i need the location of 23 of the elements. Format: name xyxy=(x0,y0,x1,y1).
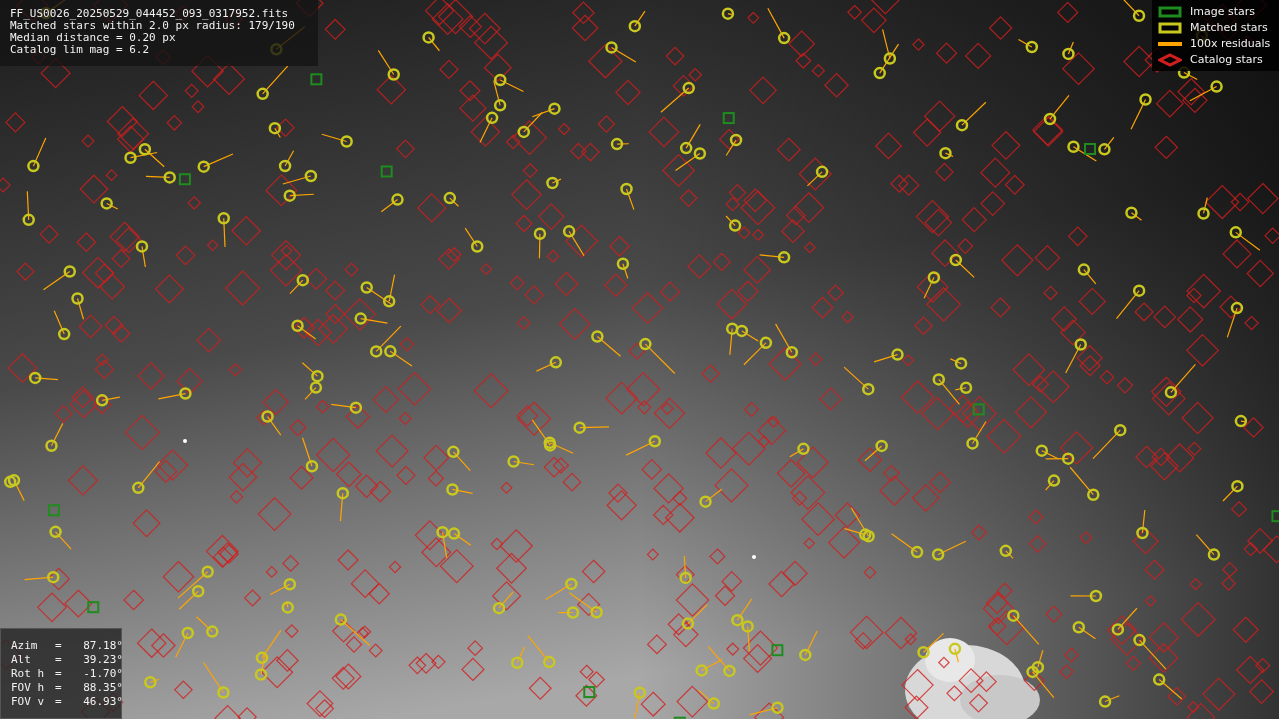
equals-sign: = xyxy=(55,653,63,667)
pointing-value: -1.70° xyxy=(82,667,123,681)
info-text: Catalog lim mag = 6.2 xyxy=(10,44,151,56)
info-text: Matched stars within 2.0 px radius: 179/190 xyxy=(10,20,296,32)
pointing-label: FOV h xyxy=(11,681,46,695)
legend-label: 100x residuals xyxy=(1190,37,1271,50)
legend-label: Image stars xyxy=(1190,5,1255,18)
pointing-value: 87.18° xyxy=(82,639,123,653)
pointing-value: 46.93° xyxy=(82,695,123,709)
pointing-value: 39.23° xyxy=(82,653,123,667)
equals-sign: = xyxy=(55,639,63,653)
equals-sign: = xyxy=(55,667,63,681)
legend-label: Catalog stars xyxy=(1190,53,1263,66)
pointing-label: Rot h xyxy=(11,667,46,681)
info-text: Median distance = 0.20 px xyxy=(10,32,177,44)
legend-label: Matched stars xyxy=(1190,21,1268,34)
pointing-label: FOV v xyxy=(11,695,46,709)
equals-sign: = xyxy=(55,681,63,695)
pointing-value: 88.35° xyxy=(82,681,123,695)
pointing-label: Azim xyxy=(11,639,39,653)
info-text: FF_US0026_20250529_044452_093_0317952.fits xyxy=(10,8,290,20)
pointing-label: Alt xyxy=(11,653,32,667)
equals-sign: = xyxy=(55,695,63,709)
